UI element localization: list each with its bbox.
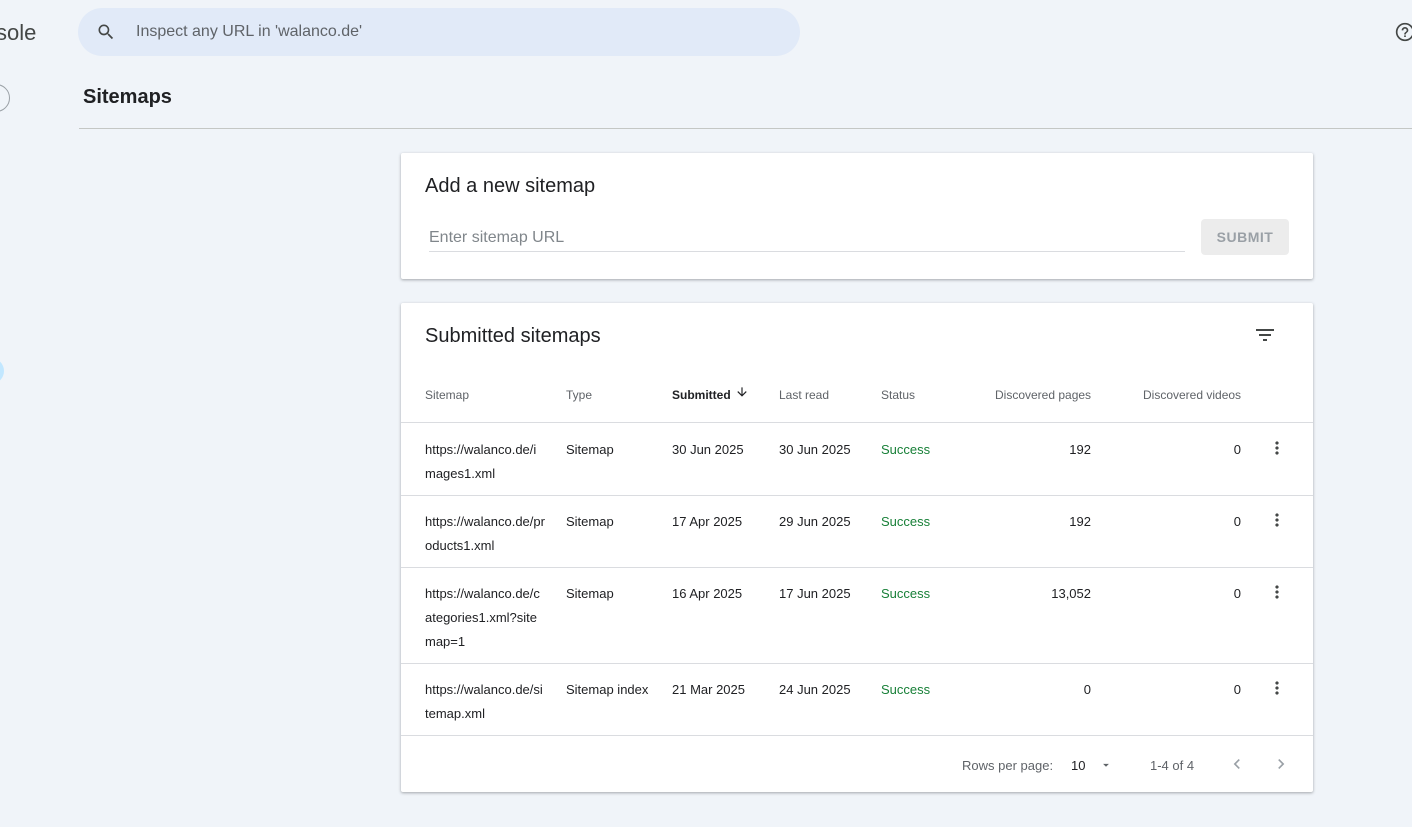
filter-icon[interactable] [1253, 323, 1277, 347]
cell-discovered-pages: 192 [1069, 514, 1091, 529]
submitted-sitemaps-card: Submitted sitemaps Sitemap Type Submitte… [401, 303, 1313, 792]
caret-down-icon[interactable] [1099, 758, 1113, 772]
submitted-sitemaps-title: Submitted sitemaps [425, 325, 601, 347]
cell-status: Success [881, 682, 931, 697]
cell-discovered-videos: 0 [1233, 442, 1241, 457]
rows-per-page-label: Rows per page: [962, 758, 1054, 773]
cell-sitemap[interactable]: https://walanco.de/categories1.xml?sitem… [425, 582, 545, 654]
cell-sitemap[interactable]: https://walanco.de/sitemap.xml [425, 678, 545, 726]
more-options-icon[interactable] [1267, 510, 1287, 530]
cell-status: Success [881, 586, 931, 601]
cell-type: Sitemap index [566, 682, 649, 697]
cell-sitemap[interactable]: https://walanco.de/images1.xml [425, 438, 545, 486]
cell-type: Sitemap [566, 442, 614, 457]
table-row[interactable]: https://walanco.de/categories1.xml?sitem… [401, 568, 1313, 664]
add-sitemap-card: Add a new sitemap SUBMIT [401, 153, 1313, 279]
cell-sitemap[interactable]: https://walanco.de/products1.xml [425, 510, 545, 558]
cell-discovered-pages: 192 [1069, 442, 1091, 457]
product-brand: sole [0, 20, 37, 45]
rows-per-page-select[interactable]: 10 [1071, 758, 1085, 773]
cell-submitted: 30 Jun 2025 [672, 442, 744, 457]
url-inspection-search[interactable] [78, 8, 800, 56]
table-header: Sitemap Type Submitted Last read Status … [401, 375, 1313, 423]
cell-last-read: 29 Jun 2025 [779, 514, 851, 529]
pagination-footer: Rows per page: 10 1-4 of 4 [401, 736, 1313, 792]
cell-type: Sitemap [566, 586, 614, 601]
search-icon [98, 24, 114, 40]
sort-descending-icon[interactable] [735, 385, 749, 399]
cell-discovered-pages: 13,052 [1051, 586, 1091, 601]
column-type[interactable]: Type [566, 388, 592, 402]
column-sitemap[interactable]: Sitemap [425, 388, 469, 402]
sitemap-url-input[interactable] [429, 224, 1185, 252]
submit-button[interactable]: SUBMIT [1201, 219, 1289, 255]
table-row[interactable]: https://walanco.de/products1.xml Sitemap… [401, 496, 1313, 568]
cell-submitted: 16 Apr 2025 [672, 586, 743, 601]
column-submitted[interactable]: Submitted [672, 388, 731, 402]
cell-last-read: 17 Jun 2025 [779, 586, 851, 601]
column-status[interactable]: Status [881, 388, 915, 402]
cell-discovered-videos: 0 [1233, 586, 1241, 601]
sidebar-active-indicator [0, 358, 4, 384]
search-input[interactable] [136, 23, 736, 41]
cell-submitted: 17 Apr 2025 [672, 514, 743, 529]
cell-discovered-videos: 0 [1233, 514, 1241, 529]
table-row[interactable]: https://walanco.de/sitemap.xml Sitemap i… [401, 664, 1313, 736]
column-last-read[interactable]: Last read [779, 388, 829, 402]
cell-discovered-pages: 0 [1083, 682, 1091, 697]
page-title: Sitemaps [83, 86, 172, 108]
help-icon[interactable] [1395, 22, 1412, 42]
column-discovered-videos[interactable]: Discovered videos [1143, 388, 1241, 402]
column-discovered-pages[interactable]: Discovered pages [995, 388, 1091, 402]
table-row[interactable]: https://walanco.de/images1.xml Sitemap 3… [401, 424, 1313, 496]
add-sitemap-title: Add a new sitemap [425, 175, 596, 197]
chevron-right-icon[interactable] [1271, 754, 1291, 774]
chevron-left-icon[interactable] [1227, 754, 1247, 774]
cell-submitted: 21 Mar 2025 [672, 682, 745, 697]
more-options-icon[interactable] [1267, 678, 1287, 698]
more-options-icon[interactable] [1267, 438, 1287, 458]
cell-last-read: 30 Jun 2025 [779, 442, 851, 457]
nav-toggle-circle[interactable] [0, 84, 10, 112]
cell-type: Sitemap [566, 514, 614, 529]
cell-last-read: 24 Jun 2025 [779, 682, 851, 697]
pagination-range: 1-4 of 4 [1150, 758, 1195, 773]
cell-status: Success [881, 442, 931, 457]
cell-discovered-videos: 0 [1233, 682, 1241, 697]
header-divider [79, 128, 1412, 129]
cell-status: Success [881, 514, 931, 529]
more-options-icon[interactable] [1267, 582, 1287, 602]
